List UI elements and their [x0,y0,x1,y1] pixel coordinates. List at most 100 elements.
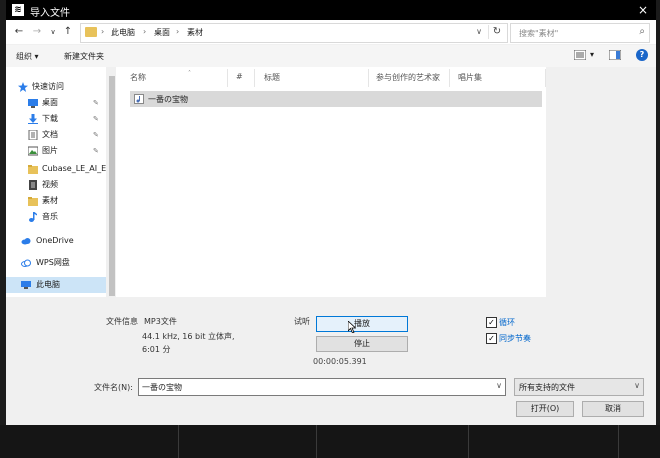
column-divider[interactable] [227,69,228,87]
view-options-icon[interactable] [574,50,586,60]
pin-icon: ✎ [93,115,99,123]
nav-item-quick-access[interactable]: 快速访问 [6,79,106,95]
import-file-dialog: ≋ 导入文件 × ← → ∨ ↑ › 此电脑 › 桌面 › 素材 ∨ ↻ 搜索"… [6,0,656,425]
app-background-divider [178,425,179,458]
chevron-down-icon[interactable]: ∨ [496,381,502,390]
cloud-icon [21,238,31,245]
nav-item-this-pc[interactable]: 此电脑 [6,277,106,293]
nav-item-desktop[interactable]: 桌面 ✎ [6,95,106,111]
column-header-artist[interactable]: 参与创作的艺术家 [376,72,440,83]
download-icon [28,114,38,124]
nav-item-videos[interactable]: 视频 [6,177,106,193]
column-header-title[interactable]: 标题 [264,72,280,83]
picture-icon [28,146,38,156]
nav-scrollbar-thumb[interactable] [109,76,115,296]
breadcrumb-separator: › [143,27,147,36]
chevron-down-icon: ∨ [634,381,640,390]
column-divider[interactable] [254,69,255,87]
help-icon[interactable]: ? [636,49,648,61]
recent-locations-icon[interactable]: ∨ [46,25,60,39]
breadcrumb-desktop[interactable]: 桌面 [154,27,170,38]
folder-icon [28,165,38,174]
nav-item-label: 下载 [42,114,58,123]
folder-icon [28,197,38,206]
column-header-name[interactable]: 名称 ˄ [130,70,191,83]
star-icon [18,82,28,92]
file-type-filter-select[interactable]: 所有支持的文件 ∨ [514,378,644,396]
sync-tempo-label[interactable]: 同步节奏 [499,333,531,344]
up-arrow-icon[interactable]: ↑ [61,25,75,39]
filename-input[interactable]: 一番の宝物 ∨ [138,378,506,396]
nav-item-wps-cloud[interactable]: WPS网盘 [6,255,106,271]
view-dropdown-icon[interactable]: ▾ [590,50,594,59]
address-row: ← → ∨ ↑ › 此电脑 › 桌面 › 素材 ∨ ↻ 搜索"素材" ⌕ [6,20,656,44]
nav-item-downloads[interactable]: 下载 ✎ [6,111,106,127]
file-format-text: 44.1 kHz, 16 bit 立体声, [142,332,235,341]
mouse-cursor-icon [348,321,356,333]
file-duration-text: 6:01 分 [142,345,171,354]
music-icon [29,212,37,222]
filename-label: 文件名(N): [94,383,133,392]
breadcrumb-separator: › [176,27,180,36]
back-arrow-icon[interactable]: ← [12,25,26,39]
nav-item-label: 快速访问 [32,82,64,91]
pin-icon: ✎ [93,99,99,107]
app-background-divider [468,425,469,458]
column-divider[interactable] [449,69,450,87]
address-bar[interactable]: › 此电脑 › 桌面 › 素材 ∨ ↻ [80,23,508,43]
search-placeholder: 搜索"素材" [519,29,559,38]
column-divider[interactable] [545,69,546,87]
app-background-divider [618,425,619,458]
preview-pane-icon[interactable] [609,50,621,60]
new-folder-button[interactable]: 新建文件夹 [64,51,104,62]
file-type-filter-value: 所有支持的文件 [519,383,575,392]
folder-icon [85,27,97,37]
title-bar: ≋ 导入文件 × [6,0,656,20]
audio-file-icon [134,94,144,104]
file-type-text: MP3文件 [144,317,177,326]
file-row[interactable]: 一番の宝物 [130,91,542,107]
nav-item-label: 音乐 [42,212,58,221]
stop-button[interactable]: 停止 [316,336,408,352]
sync-tempo-checkbox[interactable]: ✓ [486,333,497,344]
nav-item-documents[interactable]: 文档 ✎ [6,127,106,143]
nav-item-label: 图片 [42,146,58,155]
file-list-pane: 名称 ˄ # 标题 参与创作的艺术家 唱片集 一番の宝物 [116,67,546,297]
open-button[interactable]: 打开(O) [516,401,574,417]
app-background-divider [316,425,317,458]
file-name: 一番の宝物 [148,95,188,104]
app-background-strip [0,425,660,458]
breadcrumb-this-pc[interactable]: 此电脑 [111,27,135,38]
close-icon[interactable]: × [636,2,650,18]
nav-item-label: 文档 [42,130,58,139]
nav-item-label: 桌面 [42,98,58,107]
forward-arrow-icon[interactable]: → [30,25,44,39]
loop-checkbox[interactable]: ✓ [486,317,497,328]
column-divider[interactable] [368,69,369,87]
play-button[interactable]: 播放 [316,316,408,332]
desktop-icon [28,99,38,108]
organize-button[interactable]: 组织 ▾ [16,51,39,62]
pin-icon: ✎ [93,147,99,155]
address-dropdown-icon[interactable]: ∨ [473,25,485,39]
loop-label[interactable]: 循环 [499,317,515,328]
command-toolbar: 组织 ▾ 新建文件夹 ▾ ? [6,45,656,67]
breadcrumb-material[interactable]: 素材 [187,27,203,38]
document-icon [28,130,38,140]
cancel-button[interactable]: 取消 [582,401,644,417]
nav-item-label: OneDrive [36,236,74,245]
preview-label: 试听 [294,317,310,326]
nav-item-music[interactable]: 音乐 [6,209,106,225]
column-header-number[interactable]: # [236,72,243,81]
search-input[interactable]: 搜索"素材" ⌕ [510,23,650,43]
computer-icon [21,281,31,289]
nav-item-onedrive[interactable]: OneDrive [6,233,106,249]
nav-item-cubase-folder[interactable]: Cubase_LE_AI_E [6,161,106,177]
refresh-icon[interactable]: ↻ [488,25,505,39]
nav-item-material-folder[interactable]: 素材 [6,193,106,209]
video-icon [29,180,37,190]
nav-item-pictures[interactable]: 图片 ✎ [6,143,106,159]
search-icon: ⌕ [639,26,645,37]
file-info-label: 文件信息 [106,317,138,326]
column-header-album[interactable]: 唱片集 [458,72,482,83]
